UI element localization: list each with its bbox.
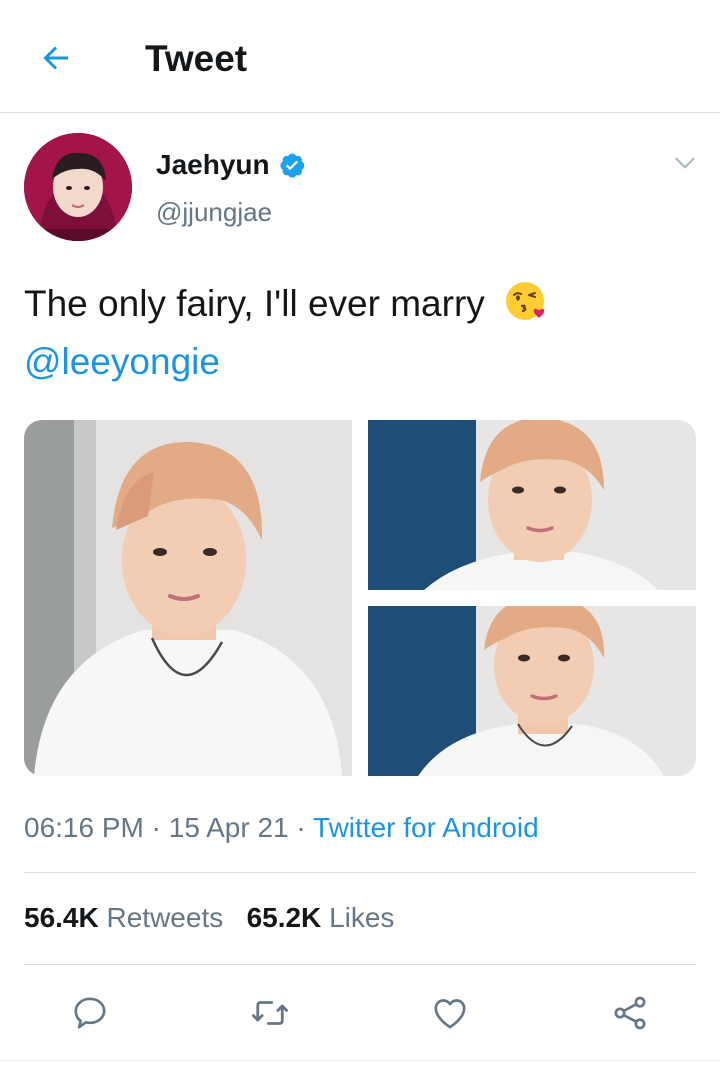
retweet-icon bbox=[251, 1001, 289, 1025]
media-grid bbox=[24, 420, 696, 776]
like-button[interactable] bbox=[428, 991, 472, 1035]
meta-separator: · bbox=[143, 812, 169, 843]
tweet-date[interactable]: 15 Apr 21 bbox=[169, 812, 289, 843]
retweet-button[interactable] bbox=[248, 991, 292, 1035]
chevron-down-icon[interactable] bbox=[672, 150, 698, 176]
retweets-stat[interactable]: 56.4K Retweets bbox=[24, 902, 223, 933]
tweet-meta: 06:16 PM · 15 Apr 21 · Twitter for Andro… bbox=[24, 808, 539, 848]
meta-separator: · bbox=[288, 812, 314, 843]
retweets-label: Retweets bbox=[106, 902, 224, 933]
face-blowing-kiss-icon bbox=[506, 282, 545, 320]
like-icon bbox=[434, 999, 466, 1029]
back-button[interactable] bbox=[36, 38, 76, 78]
divider bbox=[24, 964, 696, 965]
retweets-count: 56.4K bbox=[24, 902, 99, 933]
divider bbox=[0, 1060, 720, 1061]
action-bar bbox=[0, 985, 720, 1041]
share-button[interactable] bbox=[608, 991, 652, 1035]
verified-badge-icon bbox=[279, 153, 304, 178]
author-name[interactable]: Jaehyun bbox=[156, 148, 270, 182]
arrow-left-icon bbox=[43, 46, 68, 70]
share-icon bbox=[614, 996, 646, 1030]
likes-label: Likes bbox=[329, 902, 395, 933]
page-title: Tweet bbox=[145, 38, 248, 79]
tweet-stats: 56.4K Retweets 65.2K Likes bbox=[24, 898, 394, 938]
tweet-body: The only fairy, I'll ever marry bbox=[24, 283, 485, 324]
author-name-row[interactable]: Jaehyun bbox=[156, 148, 306, 182]
tweet-photo-1[interactable] bbox=[24, 420, 352, 776]
author-handle[interactable]: @jjungjae bbox=[156, 196, 272, 228]
tweet-photo-3[interactable] bbox=[368, 606, 696, 776]
mention-link[interactable]: @leeyongie bbox=[24, 341, 220, 382]
likes-count: 65.2K bbox=[246, 902, 322, 933]
reply-icon bbox=[74, 997, 106, 1029]
tweet-text: The only fairy, I'll ever marry @leeyong… bbox=[24, 275, 704, 391]
tweet-source-link[interactable]: Twitter for Android bbox=[313, 812, 539, 843]
top-bar: Tweet bbox=[0, 0, 720, 113]
reply-button[interactable] bbox=[68, 991, 112, 1035]
avatar[interactable] bbox=[24, 133, 132, 241]
tweet-photo-2[interactable] bbox=[368, 420, 696, 590]
divider bbox=[24, 872, 696, 873]
likes-stat[interactable]: 65.2K Likes bbox=[247, 902, 395, 933]
tweet-time: 06:16 PM bbox=[24, 812, 144, 843]
